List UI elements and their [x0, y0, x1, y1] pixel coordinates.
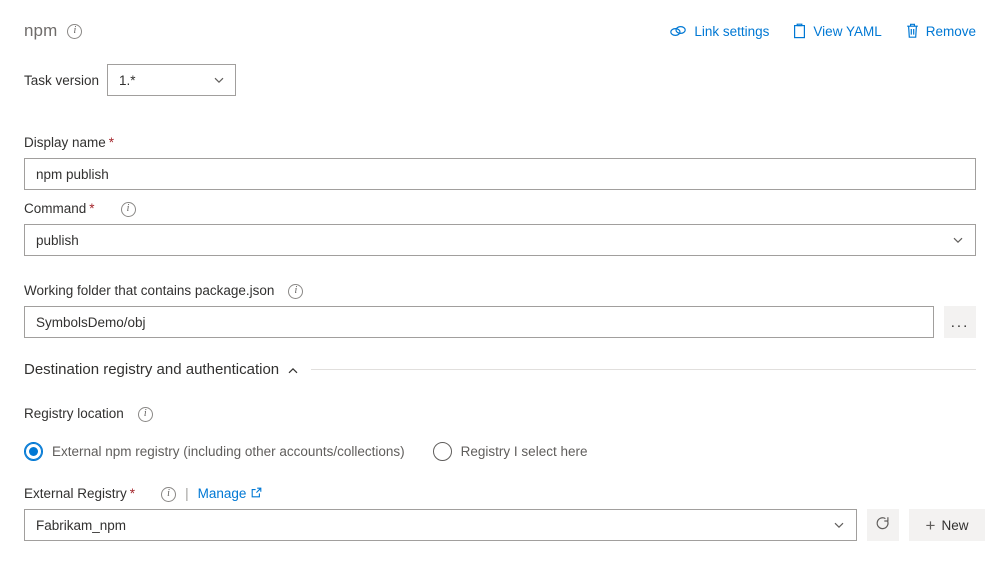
external-registry-label-text: External Registry [24, 486, 127, 501]
info-icon[interactable]: i [137, 406, 153, 422]
chevron-down-icon [213, 74, 225, 86]
required-asterisk: * [89, 201, 95, 216]
radio-registry-i-select-here-label: Registry I select here [460, 444, 588, 459]
command-dropdown[interactable]: publish [24, 224, 976, 256]
external-registry-dropdown[interactable]: Fabrikam_npm [24, 509, 857, 541]
view-yaml-label: View YAML [813, 23, 882, 39]
section-title: Destination registry and authentication [24, 361, 280, 378]
command-value: publish [36, 232, 79, 248]
display-name-label: Display name * [24, 134, 976, 152]
display-name-label-text: Display name [24, 135, 106, 150]
info-icon[interactable]: i [161, 486, 177, 502]
info-icon[interactable]: i [67, 23, 83, 39]
remove-label: Remove [925, 23, 976, 39]
task-version-select[interactable]: 1.* [107, 64, 237, 96]
info-icon[interactable]: i [288, 283, 304, 299]
radio-mark-selected [24, 442, 43, 461]
section-divider [311, 369, 976, 370]
new-registry-button[interactable]: + New [909, 509, 985, 541]
command-label-text: Command [24, 201, 87, 216]
radio-external-npm-registry[interactable]: External npm registry (including other a… [24, 442, 405, 461]
registry-location-field: Registry location i [24, 405, 976, 423]
view-yaml-button[interactable]: View YAML [793, 23, 882, 39]
required-asterisk: * [108, 135, 115, 150]
required-asterisk: * [129, 486, 136, 501]
npm-task-editor-panel: npm i Link settings View YAML Remove Tas… [0, 0, 1000, 566]
chevron-down-icon [833, 519, 845, 531]
destination-registry-section-header[interactable]: Destination registry and authentication [24, 361, 976, 378]
plus-icon: + [925, 515, 936, 535]
working-folder-field: Working folder that contains package.jso… [24, 282, 976, 338]
external-registry-field: External Registry * i | Manage Fabrikam_… [24, 485, 985, 541]
radio-registry-i-select-here[interactable]: Registry I select here [432, 442, 588, 461]
new-registry-label: New [941, 517, 969, 533]
chevron-up-icon [287, 364, 299, 376]
info-icon[interactable]: i [120, 201, 136, 217]
external-registry-row: Fabrikam_npm + New [24, 509, 985, 541]
working-folder-row: ... [24, 306, 976, 338]
registry-location-label: Registry location i [24, 405, 976, 423]
working-folder-label-text: Working folder that contains package.jso… [24, 283, 275, 298]
task-version-row: Task version 1.* [24, 64, 237, 96]
refresh-registry-button[interactable] [867, 509, 899, 541]
registry-location-radio-group: External npm registry (including other a… [24, 442, 587, 461]
external-registry-label: External Registry * i | Manage [24, 485, 976, 503]
refresh-icon [875, 516, 891, 535]
radio-mark-unselected [432, 442, 452, 461]
manage-link-label: Manage [197, 486, 247, 501]
header-actions: Link settings View YAML Remove [670, 23, 976, 39]
clipboard-icon [793, 23, 806, 39]
working-folder-input[interactable] [24, 306, 934, 338]
trash-icon [906, 23, 919, 39]
remove-button[interactable]: Remove [906, 23, 976, 39]
task-version-value: 1.* [119, 72, 136, 88]
external-link-icon [251, 485, 262, 503]
radio-external-npm-registry-label: External npm registry (including other a… [52, 444, 405, 459]
link-icon [670, 24, 687, 38]
display-name-field: Display name * [24, 134, 976, 190]
manage-link[interactable]: Manage [198, 485, 263, 503]
task-version-label: Task version [24, 72, 100, 88]
page-title: npm [24, 21, 58, 40]
link-settings-label: Link settings [694, 23, 770, 39]
browse-folder-button[interactable]: ... [944, 306, 976, 338]
link-settings-button[interactable]: Link settings [670, 24, 769, 39]
registry-location-label-text: Registry location [24, 406, 124, 421]
task-title-group: npm i [24, 21, 83, 41]
working-folder-label: Working folder that contains package.jso… [24, 282, 976, 300]
display-name-input[interactable] [24, 158, 976, 190]
external-registry-value: Fabrikam_npm [36, 517, 127, 533]
chevron-down-icon [952, 234, 964, 246]
panel-header: npm i Link settings View YAML Remove [24, 16, 976, 46]
command-label: Command * i [24, 200, 976, 218]
command-field: Command * i publish [24, 200, 976, 256]
label-separator: | [185, 486, 189, 501]
ellipsis-icon: ... [950, 313, 970, 331]
